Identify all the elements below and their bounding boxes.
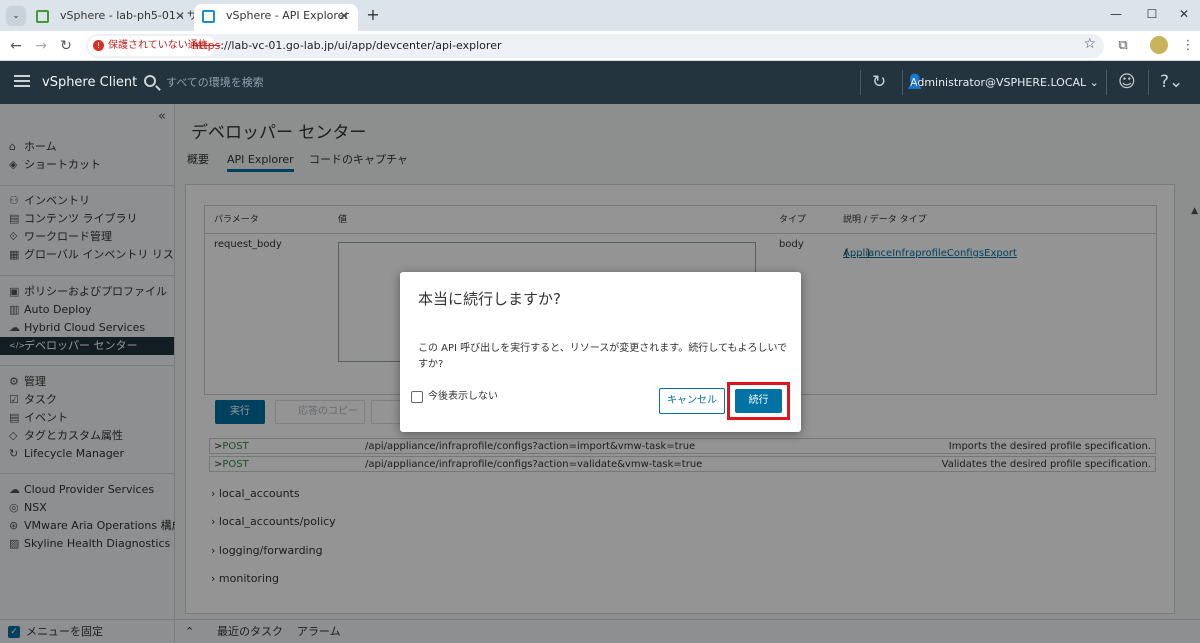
browser-tab-summary[interactable]: vSphere - lab-ph5-01 - サマリ ✕ xyxy=(28,4,220,31)
dialog-title: 本当に続行しますか? xyxy=(418,290,561,308)
tab-search-button[interactable]: ⌄ xyxy=(6,6,26,26)
feedback-smiley-icon[interactable]: ☺ xyxy=(1118,72,1136,92)
omnibox[interactable]: ! 保護されていない通信 https://lab-vc-01.go-lab.jp… xyxy=(86,34,1104,58)
browser-tabbar: ⌄ vSphere - lab-ph5-01 - サマリ ✕ vSphere -… xyxy=(0,0,1200,31)
minimize-button[interactable]: — xyxy=(1098,4,1134,24)
close-icon[interactable]: ✕ xyxy=(339,4,349,28)
close-icon[interactable]: ✕ xyxy=(175,4,185,28)
tab-label: vSphere - API Explorer xyxy=(226,9,349,22)
user-name: Administrator@VSPHERE.LOCAL xyxy=(910,76,1087,89)
header-divider xyxy=(860,70,861,95)
extensions-icon[interactable]: ⧉ xyxy=(1113,36,1133,56)
dont-show-again-checkbox[interactable]: 今後表示しない xyxy=(411,390,498,404)
highlight-box: 続行 xyxy=(727,382,790,420)
maximize-button[interactable]: ☐ xyxy=(1134,4,1170,24)
checkbox-icon xyxy=(411,391,423,403)
url-path: ://lab-vc-01.go-lab.jp/ui/app/devcenter/… xyxy=(220,39,502,52)
hamburger-menu-icon[interactable] xyxy=(14,75,30,87)
vsphere-favicon-icon xyxy=(202,10,215,23)
refresh-icon[interactable]: ↻ xyxy=(872,72,886,92)
search-icon[interactable] xyxy=(144,75,156,87)
close-window-button[interactable]: ✕ xyxy=(1166,4,1200,24)
forward-icon[interactable]: → xyxy=(31,36,51,56)
reload-icon[interactable]: ↻ xyxy=(56,36,76,56)
header-divider xyxy=(902,70,903,95)
brand-title: vSphere Client xyxy=(42,75,138,90)
dont-show-label: 今後表示しない xyxy=(428,391,498,402)
address-bar: ← → ↻ ! 保護されていない通信 https://lab-vc-01.go-… xyxy=(0,31,1200,61)
header-divider xyxy=(1106,70,1107,95)
vsphere-header: vSphere Client すべての環境を検索 ↻ 👤 Administrat… xyxy=(0,61,1200,104)
header-divider xyxy=(1148,70,1149,95)
vsphere-favicon-icon xyxy=(36,10,49,23)
warning-icon: ! xyxy=(93,40,104,51)
confirm-dialog: 本当に続行しますか? この API 呼び出しを実行すると、リソースが変更されます… xyxy=(400,272,801,432)
global-search-input[interactable]: すべての環境を検索 xyxy=(166,61,264,104)
user-menu[interactable]: Administrator@VSPHERE.LOCAL ⌄ xyxy=(910,61,1099,104)
url-text[interactable]: https://lab-vc-01.go-lab.jp/ui/app/devce… xyxy=(192,34,501,58)
continue-button[interactable]: 続行 xyxy=(735,389,782,413)
new-tab-button[interactable]: + xyxy=(363,5,383,25)
help-icon[interactable]: ?⌄ xyxy=(1160,72,1183,92)
cancel-button[interactable]: キャンセル xyxy=(659,388,725,414)
back-icon[interactable]: ← xyxy=(6,36,26,56)
url-scheme: https xyxy=(192,39,221,52)
bookmark-star-icon[interactable]: ☆ xyxy=(1083,36,1096,52)
chevron-down-icon: ⌄ xyxy=(1089,76,1099,89)
profile-avatar[interactable] xyxy=(1150,36,1168,54)
more-menu-icon[interactable]: ⋮ xyxy=(1178,36,1198,56)
browser-tab-api-explorer[interactable]: vSphere - API Explorer ✕ xyxy=(194,4,358,31)
dialog-message: この API 呼び出しを実行すると、リソースが変更されます。続行してもよろしいで… xyxy=(418,343,788,370)
